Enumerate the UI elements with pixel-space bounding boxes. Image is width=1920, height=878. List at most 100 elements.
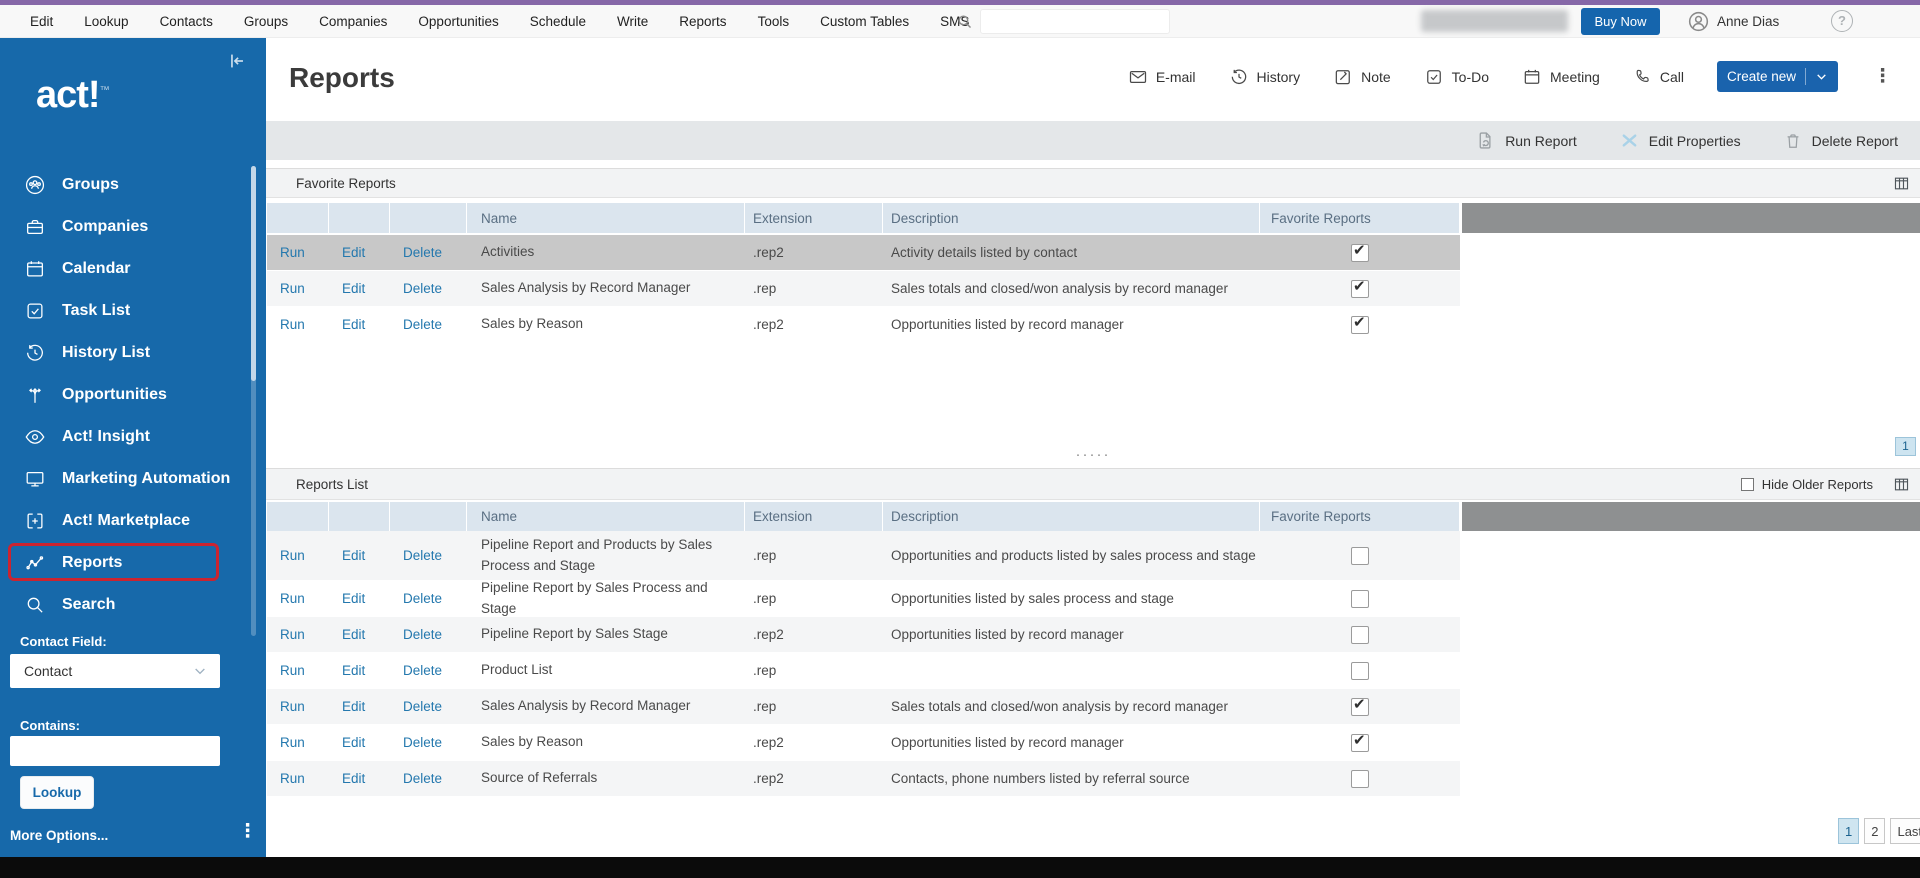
run-link[interactable]: Run — [267, 617, 329, 652]
sidebar-collapse-icon[interactable] — [226, 50, 248, 72]
table-row[interactable]: Run Edit Delete Pipeline Report and Prod… — [267, 531, 1460, 581]
favorite-checkbox[interactable] — [1351, 626, 1369, 644]
sidebar-item-task-list[interactable]: Task List — [0, 290, 266, 332]
page-button-1[interactable]: 1 — [1838, 818, 1859, 844]
sidebar-item-groups[interactable]: Groups — [0, 164, 266, 206]
run-report-button[interactable]: Run Report — [1475, 130, 1577, 151]
run-link[interactable]: Run — [267, 689, 329, 724]
sidebar-item-reports[interactable]: Reports — [0, 542, 266, 584]
menu-item-lookup[interactable]: Lookup — [84, 14, 128, 29]
delete-link[interactable]: Delete — [390, 307, 467, 342]
table-row[interactable]: Run Edit Delete Source of Referrals .rep… — [267, 761, 1460, 797]
delete-link[interactable]: Delete — [390, 617, 467, 652]
more-options-link[interactable]: More Options... — [10, 828, 108, 843]
menu-item-opportunities[interactable]: Opportunities — [418, 14, 498, 29]
delete-link[interactable]: Delete — [390, 689, 467, 724]
table-row[interactable]: Run Edit Delete Sales by Reason .rep2 Op… — [267, 307, 1460, 343]
sidebar-item-act-insight[interactable]: Act! Insight — [0, 416, 266, 458]
toolbar-kebab-icon[interactable]: ⋮ — [1873, 65, 1892, 88]
edit-link[interactable]: Edit — [329, 617, 390, 652]
table-row[interactable]: Run Edit Delete Pipeline Report by Sales… — [267, 617, 1460, 653]
menu-item-schedule[interactable]: Schedule — [530, 14, 586, 29]
global-search-input[interactable] — [980, 9, 1170, 34]
favorite-checkbox[interactable] — [1351, 280, 1369, 298]
run-link[interactable]: Run — [267, 761, 329, 796]
favorite-checkbox[interactable] — [1351, 734, 1369, 752]
contains-input[interactable] — [10, 736, 220, 766]
run-link[interactable]: Run — [267, 653, 329, 688]
create-new-button[interactable]: Create new — [1717, 61, 1838, 92]
favorite-checkbox[interactable] — [1351, 698, 1369, 716]
favorite-checkbox[interactable] — [1351, 590, 1369, 608]
favorite-checkbox[interactable] — [1351, 770, 1369, 788]
delete-link[interactable]: Delete — [390, 531, 467, 580]
menu-item-reports[interactable]: Reports — [679, 14, 726, 29]
delete-link[interactable]: Delete — [390, 271, 467, 306]
delete-report-button[interactable]: Delete Report — [1783, 131, 1898, 151]
run-link[interactable]: Run — [267, 235, 329, 270]
table-row[interactable]: Run Edit Delete Sales Analysis by Record… — [267, 271, 1460, 307]
favorite-checkbox[interactable] — [1351, 547, 1369, 565]
sidebar-item-companies[interactable]: Companies — [0, 206, 266, 248]
run-link[interactable]: Run — [267, 581, 329, 616]
edit-link[interactable]: Edit — [329, 531, 390, 580]
menu-item-tools[interactable]: Tools — [758, 14, 790, 29]
meeting-button[interactable]: Meeting — [1522, 67, 1600, 87]
todo-button[interactable]: To-Do — [1424, 67, 1489, 87]
favorite-checkbox[interactable] — [1351, 316, 1369, 334]
edit-link[interactable]: Edit — [329, 307, 390, 342]
user-name[interactable]: Anne Dias — [1717, 5, 1779, 38]
column-chooser-icon[interactable] — [1893, 175, 1910, 192]
edit-link[interactable]: Edit — [329, 271, 390, 306]
menu-item-groups[interactable]: Groups — [244, 14, 288, 29]
edit-link[interactable]: Edit — [329, 725, 390, 760]
edit-link[interactable]: Edit — [329, 689, 390, 724]
history-button[interactable]: History — [1229, 67, 1301, 87]
sidebar-item-marketing-automation[interactable]: Marketing Automation — [0, 458, 266, 500]
sidebar-item-history-list[interactable]: History List — [0, 332, 266, 374]
menu-item-custom-tables[interactable]: Custom Tables — [820, 14, 909, 29]
sidebar-scrollbar-thumb[interactable] — [251, 166, 256, 381]
sidebar-scrollbar[interactable] — [251, 166, 256, 636]
sidebar-item-search[interactable]: Search — [0, 584, 266, 626]
table-row[interactable]: Run Edit Delete Sales Analysis by Record… — [267, 689, 1460, 725]
delete-link[interactable]: Delete — [390, 653, 467, 688]
delete-link[interactable]: Delete — [390, 581, 467, 616]
favorite-checkbox[interactable] — [1351, 244, 1369, 262]
menu-item-edit[interactable]: Edit — [30, 14, 53, 29]
run-link[interactable]: Run — [267, 271, 329, 306]
hide-older-reports-checkbox[interactable] — [1741, 478, 1754, 491]
table-row[interactable]: Run Edit Delete Activities .rep2 Activit… — [267, 235, 1460, 271]
sidebar-kebab-icon[interactable]: ⋮ — [238, 820, 257, 843]
page-button-2[interactable]: 2 — [1864, 818, 1885, 844]
table-row[interactable]: Run Edit Delete Pipeline Report by Sales… — [267, 581, 1460, 617]
help-icon[interactable]: ? — [1831, 10, 1853, 32]
edit-link[interactable]: Edit — [329, 653, 390, 688]
lookup-button[interactable]: Lookup — [20, 776, 94, 809]
delete-link[interactable]: Delete — [390, 725, 467, 760]
note-button[interactable]: Note — [1333, 67, 1391, 87]
edit-link[interactable]: Edit — [329, 581, 390, 616]
run-link[interactable]: Run — [267, 531, 329, 580]
panel-splitter-handle[interactable]: ····· — [266, 448, 1920, 462]
table-row[interactable]: Run Edit Delete Product List .rep — [267, 653, 1460, 689]
buy-now-button[interactable]: Buy Now — [1581, 8, 1660, 35]
user-avatar-icon[interactable] — [1687, 10, 1710, 33]
delete-link[interactable]: Delete — [390, 761, 467, 796]
sidebar-item-calendar[interactable]: Calendar — [0, 248, 266, 290]
email-button[interactable]: E-mail — [1128, 67, 1196, 87]
edit-properties-button[interactable]: Edit Properties — [1619, 130, 1741, 151]
column-chooser-icon[interactable] — [1893, 476, 1910, 493]
favorite-checkbox[interactable] — [1351, 662, 1369, 680]
run-link[interactable]: Run — [267, 307, 329, 342]
delete-link[interactable]: Delete — [390, 235, 467, 270]
menu-item-write[interactable]: Write — [617, 14, 648, 29]
menu-item-contacts[interactable]: Contacts — [160, 14, 213, 29]
page-button-last[interactable]: Last — [1890, 818, 1920, 844]
edit-link[interactable]: Edit — [329, 761, 390, 796]
edit-link[interactable]: Edit — [329, 235, 390, 270]
sidebar-item-opportunities[interactable]: Opportunities — [0, 374, 266, 416]
menu-item-companies[interactable]: Companies — [319, 14, 387, 29]
sidebar-item-act-marketplace[interactable]: Act! Marketplace — [0, 500, 266, 542]
call-button[interactable]: Call — [1633, 67, 1684, 86]
